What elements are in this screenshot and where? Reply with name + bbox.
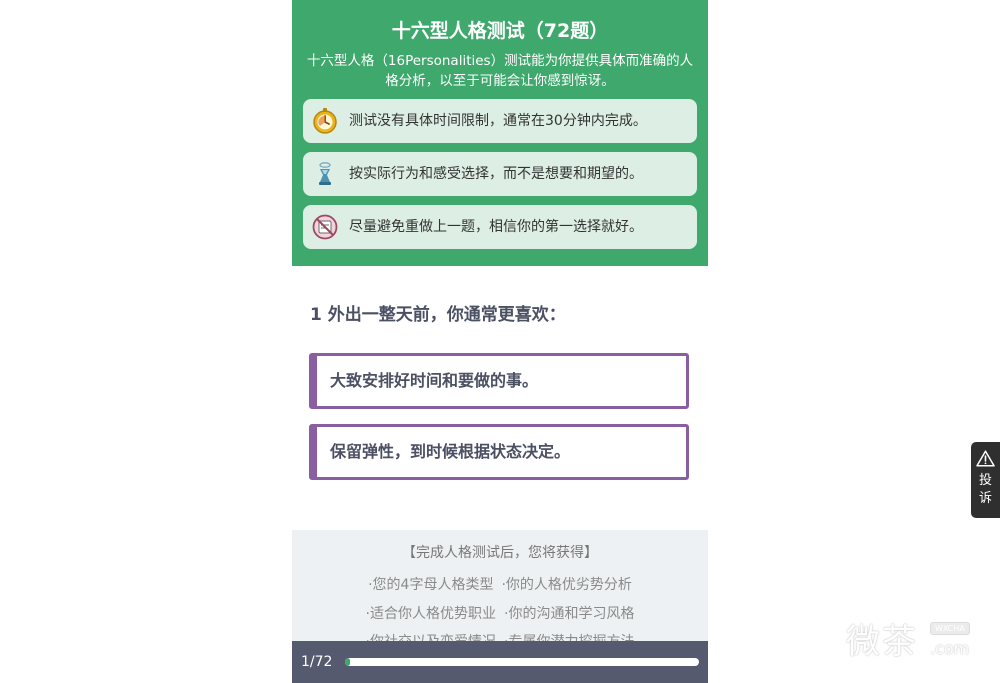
answer-option-label: 保留弹性，到时候根据状态决定。 bbox=[330, 442, 571, 461]
question-text: 1 外出一整天前，你通常更喜欢： bbox=[310, 305, 566, 325]
header-panel: 十六型人格测试（72题） 十六型人格（16Personalities）测试能为你… bbox=[292, 0, 708, 266]
watermark-badge: WXCHA bbox=[930, 622, 970, 635]
watermark-domain: .com bbox=[930, 639, 970, 658]
answer-option-a[interactable]: 大致安排好时间和要做的事。 bbox=[309, 353, 689, 409]
tip-card-time: 测试没有具体时间限制，通常在30分钟内完成。 bbox=[303, 99, 697, 143]
page-title: 十六型人格测试（72题） bbox=[391, 20, 609, 42]
warning-icon bbox=[976, 450, 995, 467]
answer-option-b[interactable]: 保留弹性，到时候根据状态决定。 bbox=[309, 424, 689, 480]
stopwatch-icon bbox=[313, 108, 337, 134]
tip-text: 按实际行为和感受选择，而不是想要和期望的。 bbox=[349, 166, 643, 182]
benefit-item: ·您的4字母人格类型 bbox=[368, 577, 494, 593]
tip-text: 尽量避免重做上一题，相信你的第一选择就好。 bbox=[349, 219, 643, 235]
watermark-logo: 微茶 WXCHA .com bbox=[846, 612, 996, 662]
watermark-text: 微茶 bbox=[846, 622, 918, 662]
benefit-item: ·你的沟通和学习风格 bbox=[504, 606, 635, 622]
benefits-title: 【完成人格测试后，您将获得】 bbox=[402, 545, 598, 561]
progress-counter: 1/72 bbox=[301, 654, 333, 670]
page: 十六型人格测试（72题） 十六型人格（16Personalities）测试能为你… bbox=[0, 0, 1000, 683]
benefit-item: ·你的人格优劣势分析 bbox=[501, 577, 632, 593]
report-label: 投诉 bbox=[978, 473, 992, 506]
progress-fill bbox=[345, 658, 350, 666]
benefit-row: ·您的4字母人格类型 ·你的人格优劣势分析 bbox=[292, 574, 708, 594]
progress-bar: 1/72 bbox=[292, 641, 708, 683]
header-description: 十六型人格（16Personalities）测试能为你提供具体而准确的人格分析，… bbox=[306, 53, 694, 89]
hourglass-figure-icon bbox=[319, 162, 331, 185]
benefit-item: ·适合你人格优势职业 bbox=[365, 606, 496, 622]
tip-text: 测试没有具体时间限制，通常在30分钟内完成。 bbox=[349, 113, 647, 129]
tip-card-no-repeat: 尽量避免重做上一题，相信你的第一选择就好。 bbox=[303, 205, 697, 249]
progress-track bbox=[345, 658, 699, 666]
tip-card-behavior: 按实际行为和感受选择，而不是想要和期望的。 bbox=[303, 152, 697, 196]
answer-option-label: 大致安排好时间和要做的事。 bbox=[330, 371, 539, 390]
no-repeat-icon bbox=[312, 214, 338, 240]
report-button[interactable]: 投诉 bbox=[971, 442, 1000, 518]
benefit-row: ·适合你人格优势职业 ·你的沟通和学习风格 bbox=[292, 603, 708, 623]
test-column: 十六型人格测试（72题） 十六型人格（16Personalities）测试能为你… bbox=[292, 0, 708, 683]
